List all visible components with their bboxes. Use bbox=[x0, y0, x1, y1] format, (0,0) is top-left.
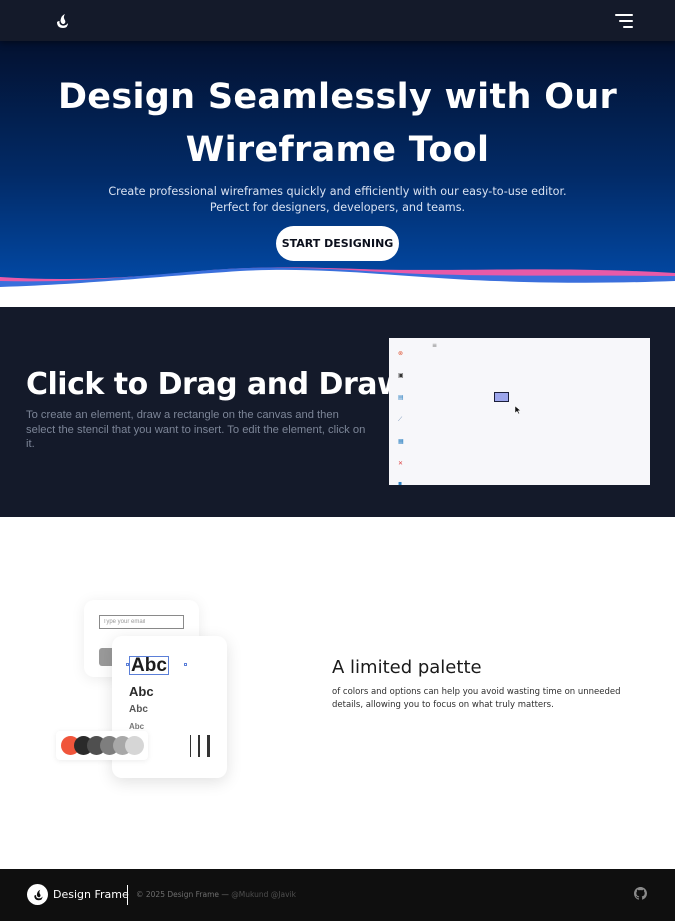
hamburger-menu-icon[interactable] bbox=[615, 13, 633, 28]
top-nav bbox=[0, 0, 675, 41]
author-link[interactable]: @Javik bbox=[271, 890, 296, 899]
drag-title: Click to Drag and Draw bbox=[26, 367, 405, 402]
shape-icon: ▪ bbox=[398, 480, 403, 485]
palette-section: Abc Abc Abc Abc A limited palette of col… bbox=[0, 517, 675, 869]
canvas-handle-icon: ≡ bbox=[432, 342, 438, 349]
github-icon[interactable] bbox=[634, 887, 647, 900]
text-sample: Abc bbox=[129, 684, 154, 699]
hero-subtitle-line: Create professional wireframes quickly a… bbox=[108, 185, 567, 198]
copyright-text: © 2025 Design Frame — bbox=[136, 890, 229, 899]
menu-line bbox=[615, 13, 633, 16]
author-link[interactable]: @Mukund bbox=[231, 890, 268, 899]
hero-wave bbox=[0, 267, 675, 307]
drag-description: To create an element, draw a rectangle o… bbox=[26, 409, 366, 450]
cursor-icon bbox=[514, 405, 522, 415]
hero-section: Design Seamlessly with Our Wireframe Too… bbox=[0, 41, 675, 307]
color-swatch-bar bbox=[56, 731, 148, 760]
text-sample-large[interactable]: Abc bbox=[129, 656, 169, 675]
close-icon: ✕ bbox=[398, 460, 404, 467]
flame-logo-icon[interactable] bbox=[54, 13, 70, 29]
hero-title-line: Design Seamlessly with Our bbox=[57, 77, 618, 117]
footer-brand: Design Frame bbox=[53, 888, 129, 901]
editor-canvas-preview: ≡ ⊗ ▣ ▤ ⟋ ▦ ✕ ▪ bbox=[389, 338, 650, 485]
palette-description: of colors and options can help you avoid… bbox=[332, 687, 621, 710]
footer-logo-icon[interactable] bbox=[27, 884, 48, 905]
palette-title: A limited palette bbox=[332, 657, 482, 678]
table-icon: ▦ bbox=[398, 438, 404, 445]
footer-divider bbox=[127, 885, 128, 905]
text-sample: Abc bbox=[129, 722, 145, 731]
hero-subtitle: Create professional wireframes quickly a… bbox=[0, 184, 675, 216]
color-swatch[interactable] bbox=[125, 736, 144, 755]
resize-handle[interactable] bbox=[126, 663, 129, 666]
text-sample: Abc bbox=[129, 704, 148, 715]
hero-subtitle-line: Perfect for designers, developers, and t… bbox=[209, 201, 466, 214]
footer-copyright: © 2025 Design Frame — @Mukund @Javik bbox=[136, 890, 296, 899]
footer: Design Frame © 2025 Design Frame — @Muku… bbox=[0, 869, 675, 921]
resize-handle[interactable] bbox=[184, 663, 187, 666]
menu-line bbox=[619, 19, 633, 22]
email-field[interactable] bbox=[99, 615, 184, 629]
text-icon: ▤ bbox=[398, 394, 404, 401]
menu-line bbox=[623, 25, 633, 28]
hero-title-line: Wireframe Tool bbox=[185, 130, 490, 170]
drag-section: Click to Drag and Draw To create an elem… bbox=[0, 307, 675, 517]
flame-logo-icon bbox=[33, 889, 42, 900]
pencil-icon: ⟋ bbox=[398, 416, 403, 423]
hero-title: Design Seamlessly with Our Wireframe Too… bbox=[0, 71, 675, 177]
image-icon: ▣ bbox=[398, 372, 404, 379]
start-designing-button[interactable]: START DESIGNING bbox=[276, 226, 399, 261]
drawn-rectangle bbox=[494, 392, 509, 402]
target-icon: ⊗ bbox=[398, 350, 404, 357]
stroke-width-icon bbox=[190, 735, 210, 757]
